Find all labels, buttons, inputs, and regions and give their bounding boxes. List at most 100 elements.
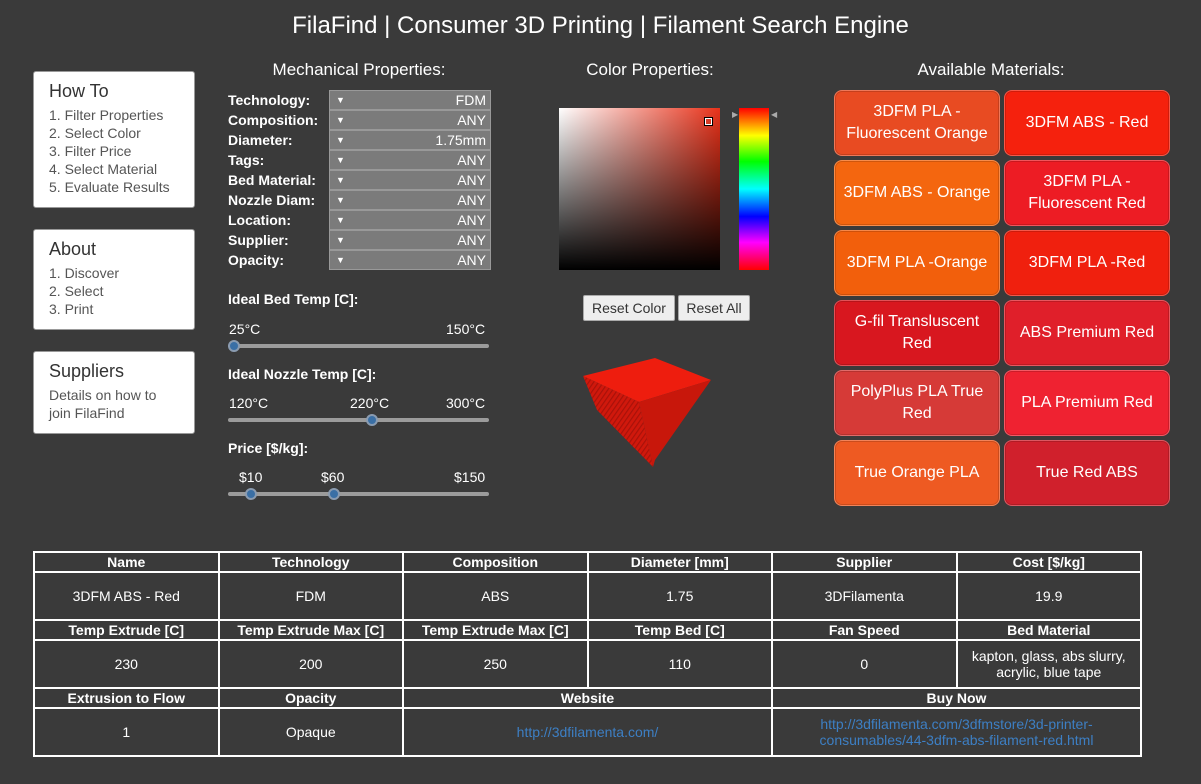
mech-field-select[interactable]: ▼ ANY bbox=[329, 150, 491, 170]
material-button[interactable]: 3DFM PLA - Fluorescent Red bbox=[1004, 160, 1170, 226]
table-cell: 200 bbox=[217, 639, 404, 689]
material-button[interactable]: G-fil Transluscent Red bbox=[834, 300, 1000, 366]
table-cell: http://3dfilamenta.com/ bbox=[402, 707, 773, 757]
material-button[interactable]: 3DFM ABS - Orange bbox=[834, 160, 1000, 226]
table-cell: 3DFM ABS - Red bbox=[33, 571, 220, 621]
saturation-value-picker[interactable] bbox=[559, 108, 720, 270]
dropdown-arrow-icon: ▼ bbox=[336, 95, 345, 105]
howto-card[interactable]: How To 1. Filter Properties 2. Select Co… bbox=[33, 71, 195, 208]
mech-field-select[interactable]: ▼ FDM bbox=[329, 90, 491, 110]
nozzle-temp-current: 220°C bbox=[350, 395, 390, 411]
about-title: About bbox=[49, 239, 97, 259]
mech-field-row: Supplier: ▼ ANY bbox=[228, 230, 491, 250]
table-header: Fan Speed bbox=[771, 619, 958, 641]
hue-marker-right-icon[interactable]: ◀ bbox=[771, 110, 777, 119]
table-header-row: Extrusion to Flow Opacity Website Buy No… bbox=[33, 687, 1142, 709]
mech-field-select[interactable]: ▼ ANY bbox=[329, 250, 491, 270]
nozzle-temp-handle[interactable] bbox=[366, 414, 379, 426]
material-button[interactable]: 3DFM PLA - Fluorescent Orange bbox=[834, 90, 1000, 156]
material-button[interactable]: True Orange PLA bbox=[834, 440, 1000, 506]
mech-field-value: ANY bbox=[457, 112, 486, 128]
mech-field-label: Bed Material: bbox=[228, 172, 316, 188]
mech-field-select[interactable]: ▼ ANY bbox=[329, 230, 491, 250]
nozzle-temp-slider[interactable] bbox=[228, 418, 489, 422]
buy-now-link[interactable]: http://3dfilamenta.com/3dfmstore/3d-prin… bbox=[820, 716, 1094, 748]
website-link[interactable]: http://3dfilamenta.com/ bbox=[517, 724, 659, 740]
mech-field-row: Opacity: ▼ ANY bbox=[228, 250, 491, 270]
mech-field-select[interactable]: ▼ ANY bbox=[329, 170, 491, 190]
mech-field-row: Diameter: ▼ 1.75mm bbox=[228, 130, 491, 150]
material-button[interactable]: PLA Premium Red bbox=[1004, 370, 1170, 436]
mech-field-label: Nozzle Diam: bbox=[228, 192, 316, 208]
reset-all-button[interactable]: Reset All bbox=[678, 295, 750, 321]
table-cell: 0 bbox=[771, 639, 958, 689]
app-title: FilaFind | Consumer 3D Printing | Filame… bbox=[292, 12, 909, 39]
mech-field-select[interactable]: ▼ 1.75mm bbox=[329, 130, 491, 150]
bed-temp-max: 150°C bbox=[446, 321, 486, 337]
dropdown-arrow-icon: ▼ bbox=[336, 255, 345, 265]
price-low-handle[interactable] bbox=[244, 488, 257, 500]
dropdown-arrow-icon: ▼ bbox=[336, 155, 345, 165]
mech-field-row: Nozzle Diam: ▼ ANY bbox=[228, 190, 491, 210]
color-picker-cursor[interactable] bbox=[705, 118, 712, 125]
howto-item: 1. Filter Properties bbox=[49, 107, 164, 123]
about-card[interactable]: About 1. Discover 2. Select 3. Print bbox=[33, 229, 195, 330]
hue-slider[interactable] bbox=[739, 108, 769, 270]
dropdown-arrow-icon: ▼ bbox=[336, 235, 345, 245]
suppliers-item: join FilaFind bbox=[49, 405, 125, 421]
material-button[interactable]: 3DFM PLA -Orange bbox=[834, 230, 1000, 296]
price-low-label: $10 bbox=[239, 469, 263, 485]
suppliers-card[interactable]: Suppliers Details on how to join FilaFin… bbox=[33, 351, 195, 434]
mech-field-label: Diameter: bbox=[228, 132, 293, 148]
table-header-row: Temp Extrude [C] Temp Extrude Max [C] Te… bbox=[33, 619, 1142, 641]
hue-marker-left-icon[interactable]: ▶ bbox=[732, 110, 738, 119]
table-cell: 230 bbox=[33, 639, 220, 689]
table-cell: 250 bbox=[402, 639, 589, 689]
table-header: Buy Now bbox=[771, 687, 1142, 709]
table-cell: Opaque bbox=[217, 707, 404, 757]
bed-temp-handle[interactable] bbox=[228, 340, 240, 352]
table-cell: 1 bbox=[33, 707, 220, 757]
table-header: Opacity bbox=[217, 687, 404, 709]
table-row: 1 Opaque http://3dfilamenta.com/ http://… bbox=[33, 707, 1142, 757]
materials-title: Available Materials: bbox=[917, 60, 1065, 79]
material-button[interactable]: PolyPlus PLA True Red bbox=[834, 370, 1000, 436]
bed-temp-label: Ideal Bed Temp [C]: bbox=[228, 291, 359, 307]
mech-field-label: Opacity: bbox=[228, 252, 285, 268]
material-button[interactable]: True Red ABS bbox=[1004, 440, 1170, 506]
material-button[interactable]: ABS Premium Red bbox=[1004, 300, 1170, 366]
table-row: 230 200 250 110 0 kapton, glass, abs slu… bbox=[33, 639, 1142, 689]
mech-field-row: Technology: ▼ FDM bbox=[228, 90, 491, 110]
nozzle-temp-max: 300°C bbox=[446, 395, 486, 411]
price-high-handle[interactable] bbox=[327, 488, 340, 500]
color-title: Color Properties: bbox=[586, 60, 714, 79]
nozzle-temp-min: 120°C bbox=[229, 395, 269, 411]
dropdown-arrow-icon: ▼ bbox=[336, 115, 345, 125]
table-cell: 3DFilamenta bbox=[771, 571, 958, 621]
mech-field-label: Supplier: bbox=[228, 232, 289, 248]
mech-field-select[interactable]: ▼ ANY bbox=[329, 190, 491, 210]
bed-temp-min: 25°C bbox=[229, 321, 261, 337]
table-header: Temp Extrude Max [C] bbox=[402, 619, 589, 641]
about-item: 3. Print bbox=[49, 301, 94, 317]
price-label: Price [$/kg]: bbox=[228, 440, 309, 456]
dropdown-arrow-icon: ▼ bbox=[336, 215, 345, 225]
reset-color-button[interactable]: Reset Color bbox=[583, 295, 675, 321]
table-header: Temp Extrude Max [C] bbox=[217, 619, 404, 641]
table-header: Website bbox=[402, 687, 773, 709]
mech-field-value: ANY bbox=[457, 152, 486, 168]
bed-temp-slider[interactable] bbox=[228, 344, 489, 348]
filament-3d-preview[interactable] bbox=[575, 352, 720, 472]
material-button[interactable]: 3DFM ABS - Red bbox=[1004, 90, 1170, 156]
mech-field-select[interactable]: ▼ ANY bbox=[329, 210, 491, 230]
mech-field-value: ANY bbox=[457, 172, 486, 188]
table-header: Technology bbox=[217, 551, 404, 573]
dropdown-arrow-icon: ▼ bbox=[336, 135, 345, 145]
mech-field-select[interactable]: ▼ ANY bbox=[329, 110, 491, 130]
table-header: Extrusion to Flow bbox=[33, 687, 220, 709]
mech-field-value: 1.75mm bbox=[435, 132, 486, 148]
material-details-table: Name Technology Composition Diameter [mm… bbox=[33, 551, 1142, 757]
howto-item: 4. Select Material bbox=[49, 161, 158, 177]
material-button[interactable]: 3DFM PLA -Red bbox=[1004, 230, 1170, 296]
price-slider[interactable] bbox=[228, 492, 489, 496]
